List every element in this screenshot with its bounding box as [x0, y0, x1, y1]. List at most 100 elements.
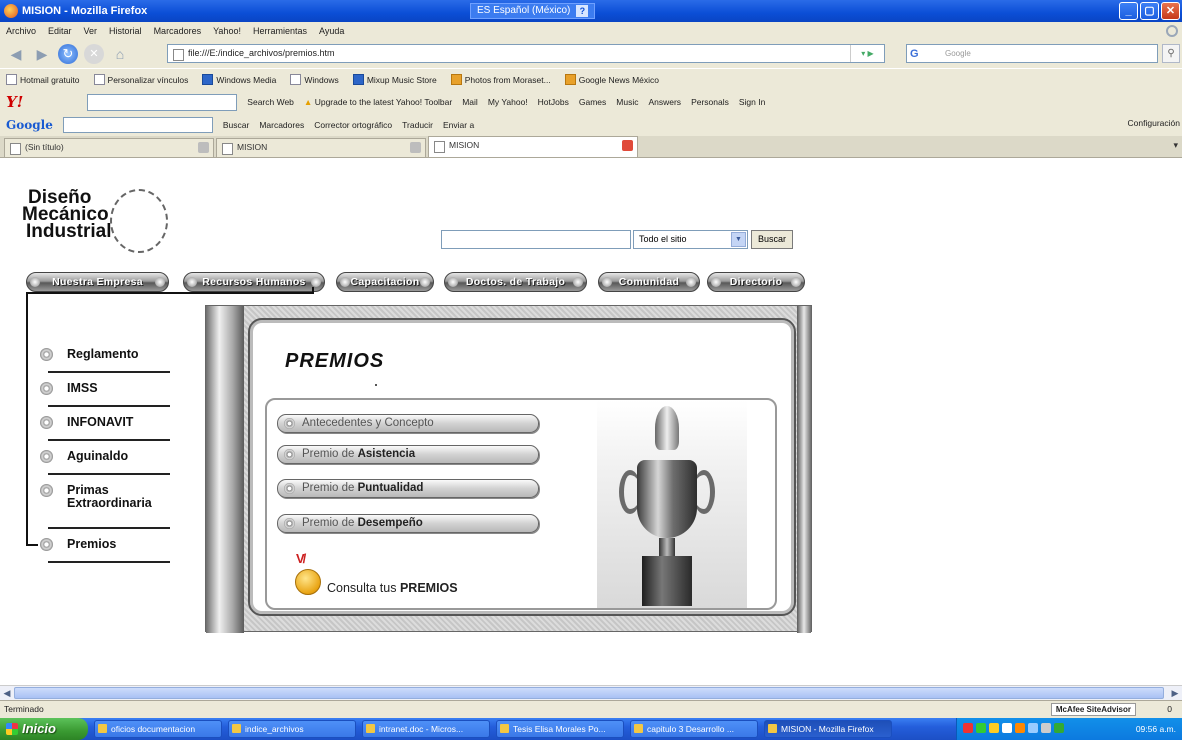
bookmark-item[interactable]: Windows [290, 74, 339, 85]
yahoo-logo[interactable]: Y! [6, 93, 23, 111]
back-button[interactable]: ◀ [6, 44, 26, 64]
tray-app-icon[interactable] [976, 723, 986, 733]
music-button[interactable]: Music [616, 97, 638, 107]
taskbar-button[interactable]: capitulo 3 Desarrollo ... [630, 720, 758, 738]
scroll-left-icon[interactable]: ◀ [1, 687, 13, 699]
tray-app-icon[interactable] [1002, 723, 1012, 733]
stop-button[interactable]: ✕ [84, 44, 104, 64]
site-search-input[interactable] [441, 230, 631, 249]
sidenav-item-reglamento[interactable]: Reglamento [38, 345, 188, 379]
sidenav-item-premios[interactable]: Premios [26, 535, 188, 569]
start-button[interactable]: Inicio [0, 718, 88, 740]
menu-herramientas[interactable]: Herramientas [253, 26, 307, 36]
google-logo[interactable]: Google [6, 118, 53, 132]
nav-recursos-humanos[interactable]: Recursos Humanos [183, 272, 325, 292]
taskbar-button-active[interactable]: MISION - Mozilla Firefox [764, 720, 892, 738]
send-to-button[interactable]: Enviar a [443, 120, 474, 130]
taskbar-button[interactable]: oficios documentacion [94, 720, 222, 738]
sidenav-item-imss[interactable]: IMSS [38, 379, 188, 413]
nav-directorio[interactable]: Directorio [707, 272, 805, 292]
home-button[interactable]: ⌂ [110, 44, 130, 64]
menu-historial[interactable]: Historial [109, 26, 142, 36]
close-tab-icon[interactable] [410, 142, 421, 153]
my-yahoo-button[interactable]: My Yahoo! [488, 97, 528, 107]
scroll-thumb[interactable] [14, 687, 1164, 699]
minimize-button[interactable]: _ [1119, 2, 1138, 20]
google-marcadores-button[interactable]: Marcadores [259, 120, 304, 130]
url-dropdown-button[interactable]: ▾ ▶ [850, 45, 884, 62]
language-indicator[interactable]: ES Español (México) ? [470, 3, 596, 19]
yahoo-search-web-button[interactable]: Search Web [247, 97, 294, 107]
nav-nuestra-empresa[interactable]: Nuestra Empresa [26, 272, 169, 292]
tab-mision[interactable]: MISION [216, 138, 426, 157]
taskbar-button[interactable]: intranet.doc - Micros... [362, 720, 490, 738]
award-link-antecedentes[interactable]: Antecedentes y Concepto [277, 414, 539, 433]
horizontal-scrollbar[interactable]: ◀ ▶ [0, 685, 1182, 700]
consulta-premios-link[interactable]: Consulta tus PREMIOS [327, 581, 458, 595]
award-link-puntualidad[interactable]: Premio de Puntualidad [277, 479, 539, 498]
menu-ver[interactable]: Ver [84, 26, 98, 36]
tray-app-icon[interactable] [1028, 723, 1038, 733]
hotjobs-button[interactable]: HotJobs [538, 97, 569, 107]
bookmark-item[interactable]: Photos from Moraset... [450, 74, 551, 85]
mcafee-siteadvisor-button[interactable]: McAfee SiteAdvisor [1050, 703, 1136, 716]
tray-app-icon[interactable] [1015, 723, 1025, 733]
maximize-button[interactable]: ▢ [1140, 2, 1159, 20]
close-window-button[interactable]: ✕ [1161, 2, 1180, 20]
chevron-down-icon[interactable]: ▼ [731, 232, 746, 247]
bookmark-item[interactable]: Mixup Music Store [352, 74, 437, 85]
tab-list-button[interactable]: ▾ [1173, 140, 1178, 151]
nav-capacitacion[interactable]: Capacitacion [336, 272, 434, 292]
taskbar-button[interactable]: indice_archivos [228, 720, 356, 738]
award-link-desempeno[interactable]: Premio de Desempeño [277, 514, 539, 533]
games-button[interactable]: Games [579, 97, 606, 107]
sidenav-item-aguinaldo[interactable]: Aguinaldo [38, 447, 188, 481]
google-settings-button[interactable]: Configuración [1128, 118, 1180, 128]
tray-app-icon[interactable] [963, 723, 973, 733]
sidenav-item-primas-extraordinaria[interactable]: Primas Extraordinaria [38, 481, 188, 535]
menu-marcadores[interactable]: Marcadores [154, 26, 202, 36]
yahoo-upgrade-link[interactable]: ▲ Upgrade to the latest Yahoo! Toolbar [304, 97, 452, 107]
menu-yahoo[interactable]: Yahoo! [213, 26, 241, 36]
close-tab-icon[interactable] [198, 142, 209, 153]
url-bar[interactable]: file:///E:/indice_archivos/premios.htm ▾… [167, 44, 885, 63]
close-tab-icon[interactable] [622, 140, 633, 151]
spellcheck-button[interactable]: Corrector ortográfico [314, 120, 392, 130]
tray-app-icon[interactable] [1041, 723, 1051, 733]
google-icon[interactable]: G [910, 46, 919, 63]
menu-ayuda[interactable]: Ayuda [319, 26, 344, 36]
menu-editar[interactable]: Editar [48, 26, 72, 36]
site-search-button[interactable]: Buscar [751, 230, 793, 249]
help-icon[interactable]: ? [576, 5, 589, 17]
sidenav-item-infonavit[interactable]: INFONAVIT [38, 413, 188, 447]
bookmark-item[interactable]: Windows Media [202, 74, 276, 85]
forward-button[interactable]: ▶ [32, 44, 52, 64]
yahoo-mail-button[interactable]: Mail [462, 97, 478, 107]
personals-button[interactable]: Personals [691, 97, 729, 107]
tab-mision-active[interactable]: MISION [428, 136, 638, 157]
nav-comunidad[interactable]: Comunidad [598, 272, 700, 292]
google-toolbar-search-input[interactable] [62, 117, 213, 133]
tab-sin-titulo[interactable]: (Sin título) [4, 138, 214, 157]
site-logo[interactable]: Diseño Mecánico Industrial [22, 188, 168, 253]
translate-button[interactable]: Traducir [402, 120, 433, 130]
menu-archivo[interactable]: Archivo [6, 26, 36, 36]
nav-doctos-de-trabajo[interactable]: Doctos. de Trabajo [444, 272, 587, 292]
tray-app-icon[interactable] [989, 723, 999, 733]
sign-in-button[interactable]: Sign In [739, 97, 765, 107]
scroll-right-icon[interactable]: ▶ [1169, 687, 1181, 699]
taskbar-button[interactable]: Tesis Elisa Morales Po... [496, 720, 624, 738]
tray-app-icon[interactable] [1054, 723, 1064, 733]
search-icon[interactable]: ⚲ [1162, 44, 1180, 63]
answers-button[interactable]: Answers [648, 97, 681, 107]
reload-button[interactable]: ↻ [58, 44, 78, 64]
browser-search-input[interactable]: G Google [906, 44, 1158, 63]
award-link-asistencia[interactable]: Premio de Asistencia [277, 445, 539, 464]
google-buscar-button[interactable]: Buscar [223, 120, 249, 130]
bookmark-item[interactable]: Google News México [564, 74, 659, 85]
medal-icon[interactable]: V/ [294, 551, 322, 597]
bookmark-item[interactable]: Personalizar vínculos [93, 74, 188, 85]
bookmark-item[interactable]: Hotmail gratuito [6, 74, 80, 85]
yahoo-search-input[interactable] [87, 93, 238, 111]
site-search-scope-select[interactable]: Todo el sitio ▼ [633, 230, 748, 249]
